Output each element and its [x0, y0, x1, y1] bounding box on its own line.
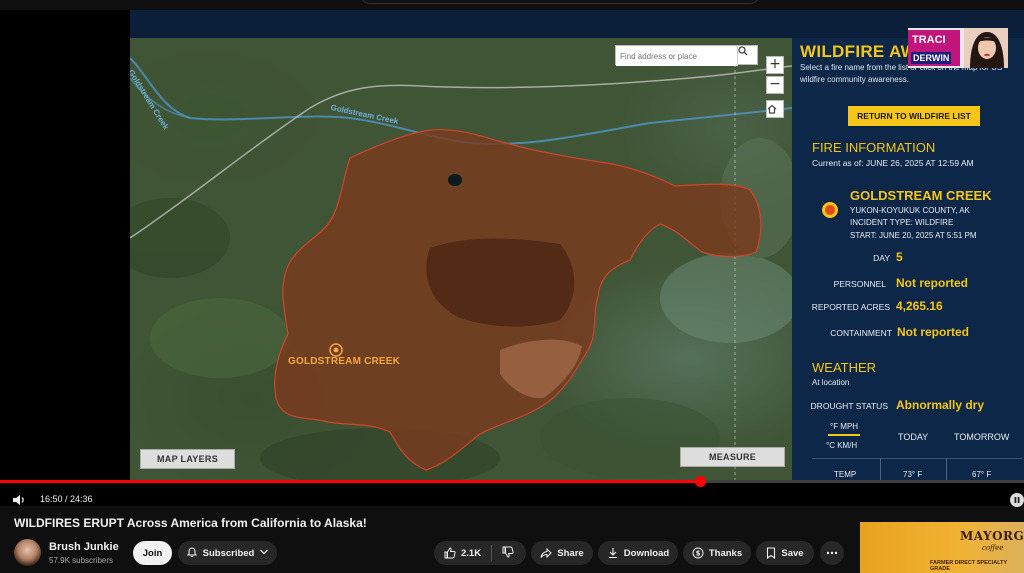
thanks-button[interactable]: $ Thanks [683, 541, 751, 565]
time-display: 16:50 / 24:36 [40, 494, 93, 504]
weather-heading: WEATHER [812, 360, 877, 375]
table-divider [812, 458, 1022, 459]
containment-value: Not reported [897, 325, 969, 339]
unit-fahrenheit-toggle[interactable]: °F MPH [830, 422, 858, 431]
top-strip [0, 0, 1024, 10]
fire-status-icon [822, 202, 838, 218]
personnel-value: Not reported [896, 276, 968, 290]
more-actions-button[interactable] [820, 541, 844, 565]
thanks-label: Thanks [708, 547, 743, 559]
return-to-list-button[interactable]: RETURN TO WILDFIRE LIST [848, 106, 980, 126]
ad-tagline: FARMER DIRECT SPECIALTY GRADE [930, 560, 1008, 572]
player-controls: 16:50 / 24:36 [0, 484, 1024, 516]
wildfire-map[interactable]: Goldstream Creek Goldstream Creek GOLDST… [130, 38, 792, 480]
thumbs-up-icon [444, 547, 456, 559]
save-label: Save [781, 547, 804, 559]
bell-icon [186, 546, 198, 561]
unit-selected-indicator [828, 434, 860, 436]
download-label: Download [623, 547, 670, 559]
fire-marker-dot [333, 347, 339, 353]
acres-label: REPORTED ACRES [811, 302, 890, 312]
col-tomorrow: TOMORROW [954, 432, 1010, 442]
pause-icon[interactable] [1010, 493, 1024, 507]
fire-information-heading: FIRE INFORMATION [812, 140, 936, 155]
bookmark-icon [767, 547, 776, 559]
like-count: 2.1K [461, 547, 482, 559]
progress-bar[interactable] [0, 476, 1024, 487]
progress-played [0, 480, 701, 483]
unit-celsius-toggle[interactable]: °C KM/H [826, 441, 857, 450]
table-vdivider [880, 458, 881, 480]
presenter-first-name: TRACI [912, 34, 946, 46]
presenter-name-card: TRACI DERWIN [908, 30, 960, 66]
subscriber-count: 57.9K subscribers [49, 556, 114, 565]
chevron-down-icon [259, 548, 269, 559]
panel-title: WILDFIRE AW [800, 42, 917, 61]
zoom-in-button[interactable]: + [766, 56, 784, 74]
temp-today: 73° F [903, 470, 923, 479]
map-search-input[interactable] [616, 47, 738, 66]
thanks-icon: $ [692, 547, 704, 559]
search-bar-edge[interactable] [360, 0, 760, 4]
volume-icon[interactable] [12, 493, 26, 511]
svg-text:$: $ [695, 550, 700, 558]
subscribed-label: Subscribed [202, 547, 255, 559]
map-search [615, 45, 758, 66]
info-panel: WILDFIRE AW Select a fire name from the … [792, 38, 1024, 480]
search-icon[interactable] [737, 46, 757, 64]
fire-name: GOLDSTREAM CREEK [850, 188, 992, 203]
col-today: TODAY [898, 432, 929, 442]
fire-county: YUKON-KOYUKUK COUNTY, AK [850, 206, 970, 215]
containment-label: CONTAINMENT [830, 328, 892, 338]
presenter-last-name: DERWIN [911, 52, 952, 64]
temp-label: TEMP [834, 470, 857, 479]
like-button[interactable]: 2.1K [444, 547, 481, 559]
day-label: DAY [873, 253, 890, 263]
presenter-overlay: TRACI DERWIN [908, 28, 1008, 68]
video-player[interactable]: Goldstream Creek Goldstream Creek GOLDST… [0, 10, 1024, 507]
current-as-of: Current as of: JUNE 26, 2025 AT 12:59 AM [812, 158, 974, 168]
download-icon [608, 548, 617, 559]
join-button[interactable]: Join [133, 541, 172, 565]
presenter-photo [964, 28, 1008, 68]
incident-type: INCIDENT TYPE: WILDFIRE [850, 218, 954, 227]
map-graphics [130, 57, 792, 480]
share-icon [540, 547, 553, 559]
zoom-out-button[interactable]: − [766, 76, 784, 94]
subscribed-button[interactable]: Subscribed [178, 541, 277, 565]
map-layers-button[interactable]: MAP LAYERS [140, 449, 235, 469]
at-location: At location [812, 378, 850, 387]
channel-avatar[interactable] [14, 539, 41, 566]
drought-value: Abnormally dry [896, 398, 985, 412]
personnel-label: PERSONNEL [833, 279, 886, 289]
more-horizontal-icon [826, 551, 838, 555]
temp-tomorrow: 67° F [972, 470, 992, 479]
lake [448, 174, 462, 186]
thumbs-down-icon[interactable] [502, 546, 514, 561]
like-divider [491, 545, 493, 561]
home-icon[interactable] [766, 100, 784, 118]
fire-start: START: JUNE 20, 2025 AT 5:51 PM [850, 231, 977, 240]
sponsor-ad[interactable]: MAYORGA coffee FARMER DIRECT SPECIALTY G… [860, 522, 1024, 573]
drought-label: DROUGHT STATUS [810, 401, 888, 411]
share-button[interactable]: Share [531, 541, 593, 565]
save-button[interactable]: Save [756, 541, 814, 565]
like-dislike-group: 2.1K [434, 541, 526, 565]
ad-sub: coffee [982, 544, 1004, 552]
video-title: WILDFIRES ERUPT Across America from Cali… [14, 516, 367, 530]
download-button[interactable]: Download [598, 541, 678, 565]
ad-brand: MAYORGA [960, 529, 1024, 543]
day-value: 5 [896, 250, 903, 264]
fire-map-label: GOLDSTREAM CREEK [288, 356, 401, 367]
measure-button[interactable]: MEASURE [680, 447, 785, 467]
table-vdivider [946, 458, 947, 480]
share-label: Share [557, 547, 584, 559]
channel-name[interactable]: Brush Junkie [49, 541, 119, 553]
acres-value: 4,265.16 [896, 299, 943, 313]
